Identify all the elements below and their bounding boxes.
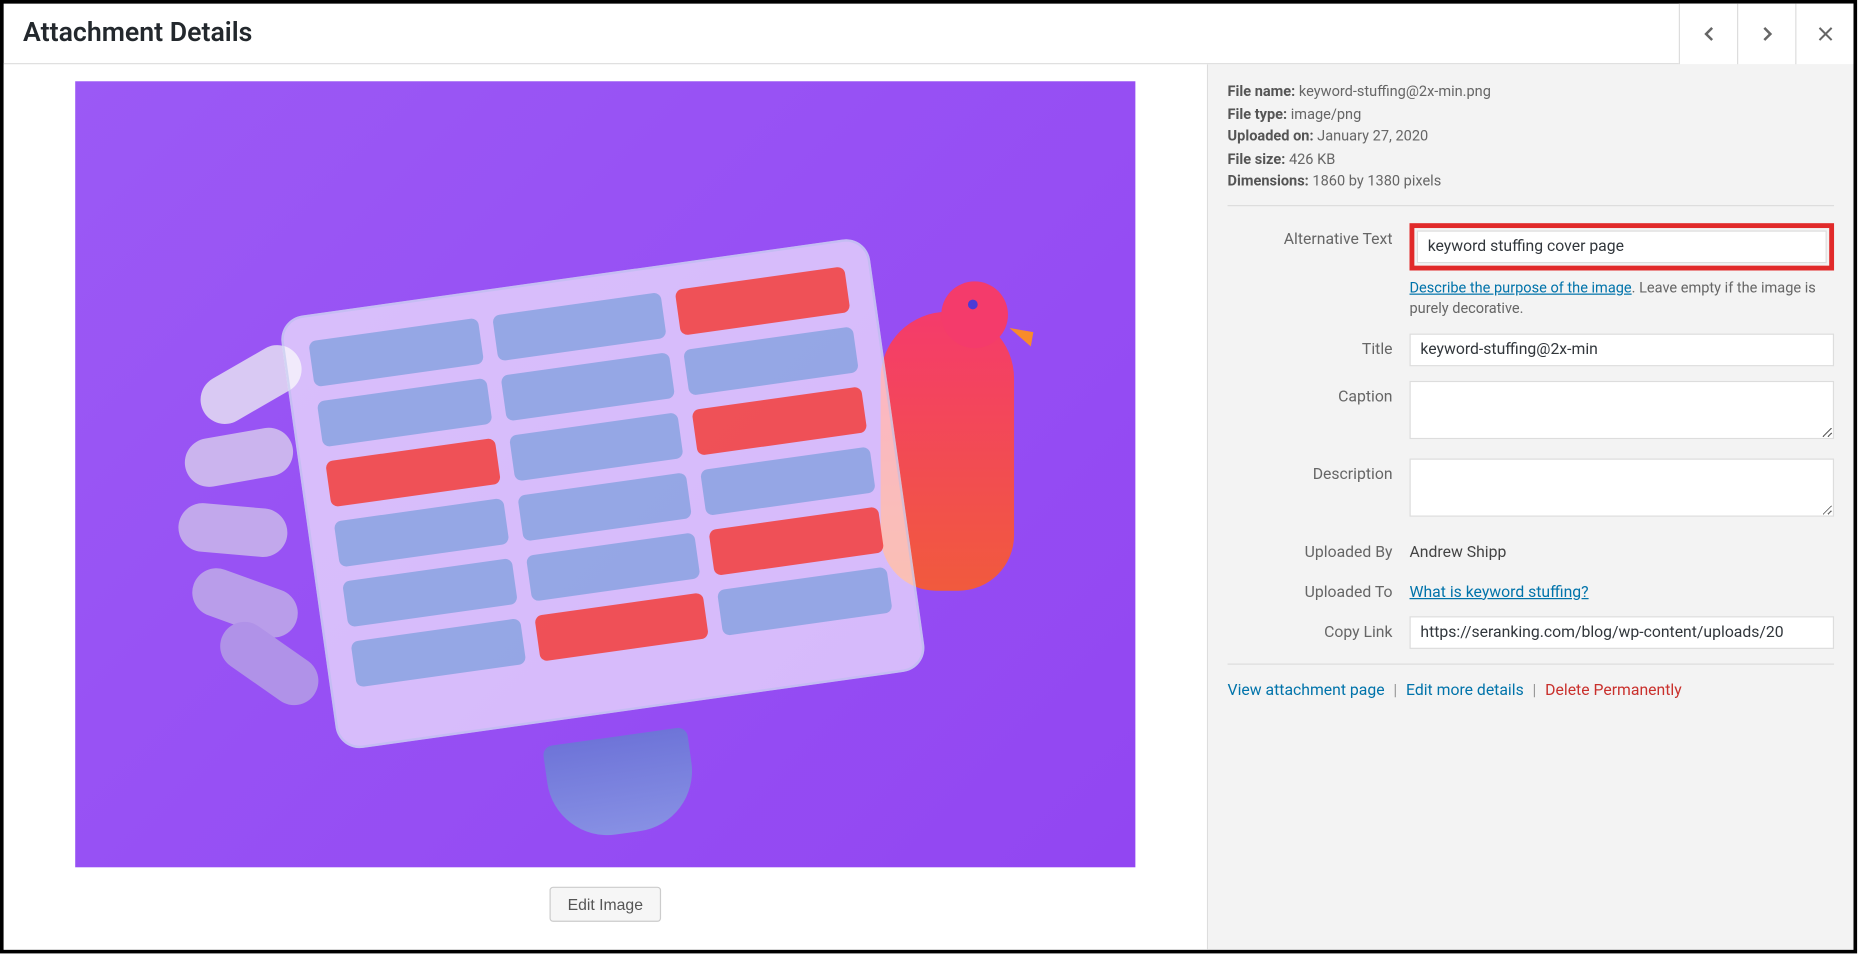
title-input[interactable] — [1410, 333, 1835, 366]
uploadedby-value: Andrew Shipp — [1410, 536, 1835, 561]
uploadedto-label: Uploaded To — [1228, 576, 1410, 601]
prev-button[interactable] — [1679, 3, 1737, 64]
preview-pane: Edit Image — [4, 64, 1209, 949]
header-nav — [1679, 3, 1854, 64]
caption-label: Caption — [1228, 380, 1410, 405]
uploadedby-label: Uploaded By — [1228, 536, 1410, 561]
modal-title: Attachment Details — [23, 18, 252, 48]
alt-text-input[interactable] — [1417, 230, 1827, 263]
close-icon — [1813, 21, 1837, 45]
edit-image-button[interactable]: Edit Image — [549, 887, 661, 922]
uploadedto-link[interactable]: What is keyword stuffing? — [1410, 576, 1589, 601]
caption-input[interactable] — [1410, 380, 1835, 438]
alt-text-help-link[interactable]: Describe the purpose of the image — [1410, 279, 1632, 296]
delete-permanently-link[interactable]: Delete Permanently — [1545, 681, 1682, 699]
copylink-input[interactable] — [1410, 616, 1835, 649]
copylink-label: Copy Link — [1228, 616, 1410, 641]
description-input[interactable] — [1410, 458, 1835, 516]
details-pane: File name: keyword-stuffing@2x-min.png F… — [1208, 64, 1853, 949]
title-label: Title — [1228, 333, 1410, 358]
description-label: Description — [1228, 458, 1410, 483]
alt-text-label: Alternative Text — [1228, 223, 1410, 248]
next-button[interactable] — [1737, 3, 1795, 64]
alt-text-highlight — [1410, 223, 1835, 270]
action-links: View attachment page | Edit more details… — [1228, 681, 1835, 699]
file-meta: File name: keyword-stuffing@2x-min.png F… — [1228, 80, 1835, 193]
view-attachment-link[interactable]: View attachment page — [1228, 681, 1385, 699]
modal-header: Attachment Details — [4, 4, 1854, 65]
chevron-left-icon — [1696, 21, 1720, 45]
alt-text-help: Describe the purpose of the image. Leave… — [1410, 278, 1835, 319]
edit-more-details-link[interactable]: Edit more details — [1406, 681, 1524, 699]
chevron-right-icon — [1755, 21, 1779, 45]
attachment-preview — [75, 81, 1135, 867]
close-button[interactable] — [1795, 3, 1853, 64]
